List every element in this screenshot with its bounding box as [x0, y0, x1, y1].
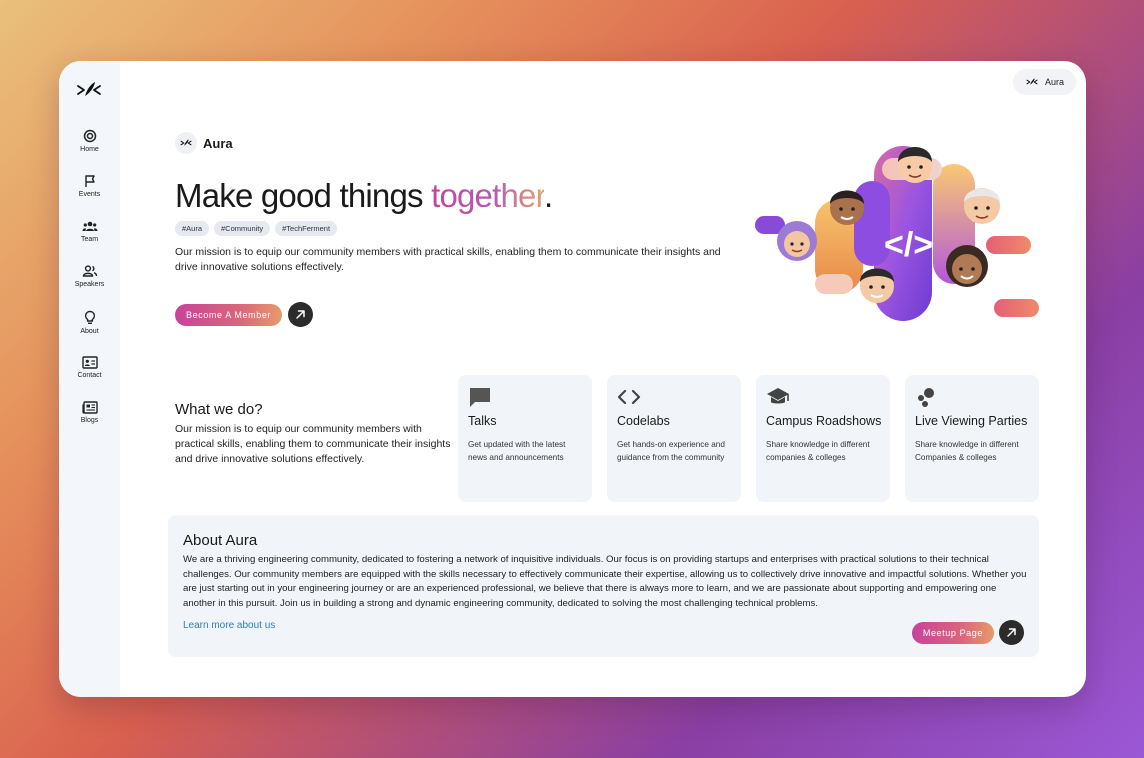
hero-title-main: Make good things	[175, 177, 432, 214]
hero-mission: Our mission is to equip our community me…	[175, 246, 721, 273]
about-text: We are a thriving engineering community,…	[183, 554, 1027, 609]
graduation-cap-icon	[767, 388, 789, 404]
sidebar-item-label: Events	[78, 191, 101, 198]
card-title: Live Viewing Parties	[915, 414, 1028, 428]
aura-logo-icon	[1026, 78, 1038, 85]
sidebar: Home Events Team Speakers About Contact …	[59, 61, 120, 697]
card-codelabs[interactable]: Codelabs Get hands-on experience and gui…	[607, 375, 741, 502]
aura-logo-icon[interactable]	[75, 79, 103, 101]
tag-chip[interactable]: #Aura	[175, 221, 210, 236]
brand-name: Aura	[203, 135, 233, 151]
card-title: Campus Roadshows	[766, 414, 882, 428]
what-we-do-text: Our mission is to equip our community me…	[175, 423, 451, 465]
sidebar-item-team[interactable]: Team	[59, 219, 120, 243]
meetup-arrow-button[interactable]	[999, 620, 1024, 645]
sidebar-item-contact[interactable]: Contact	[59, 356, 120, 379]
sidebar-item-label: About	[80, 328, 99, 335]
avatar-face	[830, 190, 864, 225]
hero-tags: #Aura #Community #TechFerment	[175, 221, 338, 236]
brand-badge	[175, 132, 197, 154]
card-live-viewing-parties[interactable]: Live Viewing Parties Share knowledge in …	[905, 375, 1039, 502]
what-we-do-title: What we do?	[175, 401, 263, 418]
community-illustration: </>	[755, 146, 1039, 321]
learn-more-link[interactable]: Learn more about us	[183, 620, 275, 631]
hero-title-accent: together	[431, 177, 545, 214]
hero-title: Make good things together.	[175, 177, 553, 215]
arrow-up-right-icon	[1007, 628, 1016, 637]
avatar-face	[777, 221, 817, 261]
code-icon	[617, 389, 641, 405]
become-member-arrow-button[interactable]	[288, 302, 314, 327]
sidebar-item-label: Home	[80, 146, 99, 153]
about-section: About Aura We are a thriving engineering…	[168, 515, 1039, 657]
chat-bubble-icon	[470, 388, 490, 407]
bubbles-icon	[918, 388, 934, 407]
top-brand-chip[interactable]: Aura	[1012, 69, 1076, 95]
meetup-cta: Meetup Page	[911, 620, 1024, 645]
sidebar-item-label: Speakers	[74, 281, 105, 288]
sidebar-item-home[interactable]: Home	[59, 129, 120, 153]
arrow-up-right-icon	[296, 310, 305, 319]
sidebar-item-events[interactable]: Events	[59, 174, 120, 198]
svg-text:</>: </>	[884, 226, 933, 264]
brand: Aura	[175, 132, 233, 154]
home-icon	[83, 129, 96, 143]
avatar-face	[964, 188, 1000, 224]
become-member-button[interactable]: Become A Member	[175, 303, 283, 326]
sidebar-item-label: Contact	[77, 372, 102, 379]
avatar-face	[946, 245, 988, 287]
card-title: Codelabs	[617, 414, 670, 428]
card-desc: Get updated with the latest news and ann…	[468, 440, 566, 462]
card-campus-roadshows[interactable]: Campus Roadshows Share knowledge in diff…	[756, 375, 890, 502]
sidebar-item-label: Team	[80, 236, 99, 243]
speakers-icon	[82, 265, 97, 277]
hero-cta: Become A Member	[175, 302, 314, 327]
card-talks[interactable]: Talks Get updated with the latest news a…	[458, 375, 592, 502]
contact-card-icon	[81, 356, 98, 369]
avatar-face	[860, 268, 894, 303]
app-window: Home Events Team Speakers About Contact …	[59, 61, 1086, 697]
hero-title-end: .	[543, 177, 553, 214]
sidebar-item-label: Blogs	[80, 417, 99, 424]
card-desc: Share knowledge in different Companies &…	[915, 440, 1019, 462]
meetup-page-button[interactable]: Meetup Page	[911, 621, 994, 644]
sidebar-item-speakers[interactable]: Speakers	[59, 264, 120, 288]
card-desc: Share knowledge in different companies &…	[766, 440, 870, 462]
aura-logo-icon	[180, 139, 192, 146]
card-desc: Get hands-on experience and guidance fro…	[617, 440, 725, 462]
team-icon	[82, 221, 97, 231]
newspaper-icon	[81, 401, 98, 414]
tag-chip[interactable]: #Community	[214, 221, 271, 236]
flag-icon	[84, 175, 95, 187]
lightbulb-icon	[84, 310, 95, 325]
card-title: Talks	[468, 414, 497, 428]
sidebar-item-about[interactable]: About	[59, 310, 120, 335]
about-title: About Aura	[183, 532, 258, 549]
top-chip-label: Aura	[1044, 77, 1064, 87]
tag-chip[interactable]: #TechFerment	[275, 221, 338, 236]
avatar-face	[898, 147, 932, 183]
sidebar-item-blogs[interactable]: Blogs	[59, 401, 120, 424]
